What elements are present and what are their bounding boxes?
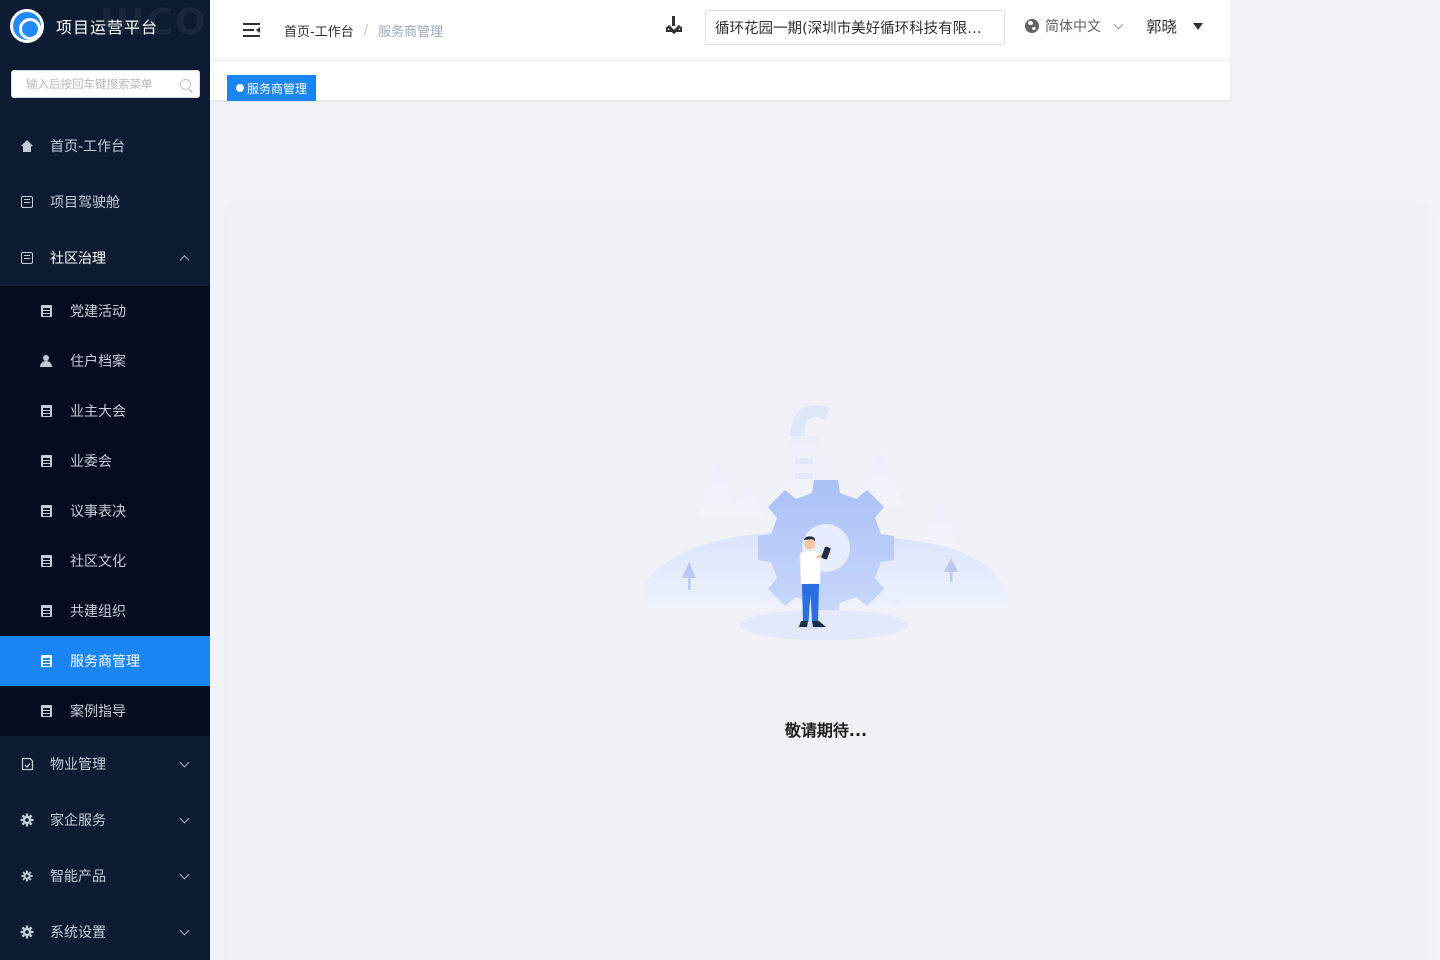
app-logo[interactable]: 项目运营平台 UICORE	[0, 0, 210, 52]
menu-item-system-settings[interactable]: 系统设置	[0, 904, 210, 960]
top-header: 首页-工作台 / 服务商管理 循环花园一期(深圳市美好循环科技有限公司) 简体中…	[210, 0, 1230, 60]
document-icon	[40, 655, 53, 668]
submenu-item-label: 业主大会	[70, 404, 126, 420]
sidebar-menu: 首页-工作台 项目驾驶舱 社区治理 党建活动 住户档案 业主大会 业委会 议事表…	[0, 118, 210, 960]
gear-icon	[20, 813, 34, 827]
document-icon	[40, 305, 53, 318]
submenu-item-service-provider-management[interactable]: 服务商管理	[0, 636, 210, 686]
document-icon	[40, 555, 53, 568]
submenu-item-label: 议事表决	[70, 504, 126, 520]
search-icon[interactable]	[180, 78, 191, 90]
logo-icon	[10, 9, 44, 43]
user-icon	[40, 355, 53, 368]
menu-item-label: 家企服务	[50, 813, 106, 829]
coming-soon-message: 敬请期待...	[784, 721, 868, 740]
submenu-item-label: 服务商管理	[70, 654, 140, 670]
submenu-item-label: 案例指导	[70, 704, 126, 720]
document-icon	[40, 705, 53, 718]
language-label: 简体中文	[1045, 19, 1101, 35]
breadcrumb-current: 服务商管理	[378, 24, 444, 40]
frame-icon	[20, 195, 34, 209]
menu-item-smart-products[interactable]: 智能产品	[0, 848, 210, 904]
breadcrumb-separator: /	[363, 22, 369, 38]
gear-icon	[20, 869, 34, 883]
menu-item-label: 系统设置	[50, 925, 106, 941]
language-select[interactable]: 简体中文	[1025, 16, 1124, 36]
sidebar: 项目运营平台 UICORE 首页-工作台 项目驾驶舱 社区治理 党建活动	[0, 0, 210, 960]
collapse-sidebar-icon[interactable]	[243, 23, 260, 37]
submenu-item-case-guidance[interactable]: 案例指导	[0, 686, 210, 736]
menu-search[interactable]	[11, 70, 200, 98]
chevron-down-icon	[179, 869, 190, 880]
submenu-item-label: 党建活动	[70, 304, 126, 320]
user-name: 郭晓	[1146, 18, 1178, 36]
submenu-item-label: 业委会	[70, 454, 112, 470]
tag-active-dot	[236, 84, 244, 92]
submenu-item-label: 社区文化	[70, 554, 126, 570]
project-select[interactable]: 循环花园一期(深圳市美好循环科技有限公司)	[705, 10, 1005, 45]
menu-item-enterprise-services[interactable]: 家企服务	[0, 792, 210, 848]
app-title: 项目运营平台	[56, 18, 159, 37]
submenu-item-party-activities[interactable]: 党建活动	[0, 286, 210, 336]
submenu-community-governance: 党建活动 住户档案 业主大会 业委会 议事表决 社区文化 共建组织 服务商管理 …	[0, 286, 210, 736]
menu-item-label: 物业管理	[50, 757, 106, 773]
menu-item-label: 项目驾驶舱	[50, 195, 120, 211]
menu-search-input[interactable]	[26, 77, 176, 91]
menu-item-community-governance[interactable]: 社区治理	[0, 230, 210, 286]
caret-down-icon	[1193, 22, 1204, 30]
submenu-item-voting[interactable]: 议事表决	[0, 486, 210, 536]
menu-item-label: 首页-工作台	[50, 139, 126, 155]
chevron-down-icon	[1113, 19, 1124, 29]
tag-label: 服务商管理	[247, 81, 308, 96]
under-construction-illustration	[645, 405, 1008, 640]
menu-item-project-cockpit[interactable]: 项目驾驶舱	[0, 174, 210, 230]
globe-icon	[1025, 19, 1039, 33]
breadcrumb-home[interactable]: 首页-工作台	[284, 21, 354, 40]
document-icon	[40, 405, 53, 418]
tags-view-bar: 服务商管理	[210, 60, 1230, 101]
submenu-item-community-culture[interactable]: 社区文化	[0, 536, 210, 586]
submenu-item-owners-committee[interactable]: 业委会	[0, 436, 210, 486]
chevron-down-icon	[179, 925, 190, 936]
chevron-up-icon	[179, 255, 190, 266]
document-icon	[40, 455, 53, 468]
chevron-down-icon	[179, 813, 190, 824]
menu-item-home[interactable]: 首页-工作台	[0, 118, 210, 174]
submenu-item-label: 住户档案	[70, 354, 126, 370]
menu-item-label: 社区治理	[50, 251, 106, 267]
document-icon	[40, 505, 53, 518]
tag-service-provider-management[interactable]: 服务商管理	[227, 75, 317, 101]
menu-item-label: 智能产品	[50, 869, 106, 885]
shield-icon	[20, 757, 34, 771]
gear-icon	[20, 925, 34, 939]
chevron-down-icon	[179, 757, 190, 768]
submenu-item-co-organizations[interactable]: 共建组织	[0, 586, 210, 636]
menu-item-property-management[interactable]: 物业管理	[0, 736, 210, 792]
submenu-item-owners-assembly[interactable]: 业主大会	[0, 386, 210, 436]
breadcrumb: 首页-工作台 / 服务商管理	[284, 21, 443, 40]
submenu-item-resident-archives[interactable]: 住户档案	[0, 336, 210, 386]
submenu-item-label: 共建组织	[70, 604, 126, 620]
project-select-value: 循环花园一期(深圳市美好循环科技有限公司)	[715, 21, 995, 37]
download-tray-icon	[666, 27, 682, 32]
user-menu[interactable]: 郭晓	[1146, 15, 1204, 37]
frame-icon	[20, 251, 34, 265]
home-icon	[20, 139, 34, 153]
document-icon	[40, 605, 53, 618]
